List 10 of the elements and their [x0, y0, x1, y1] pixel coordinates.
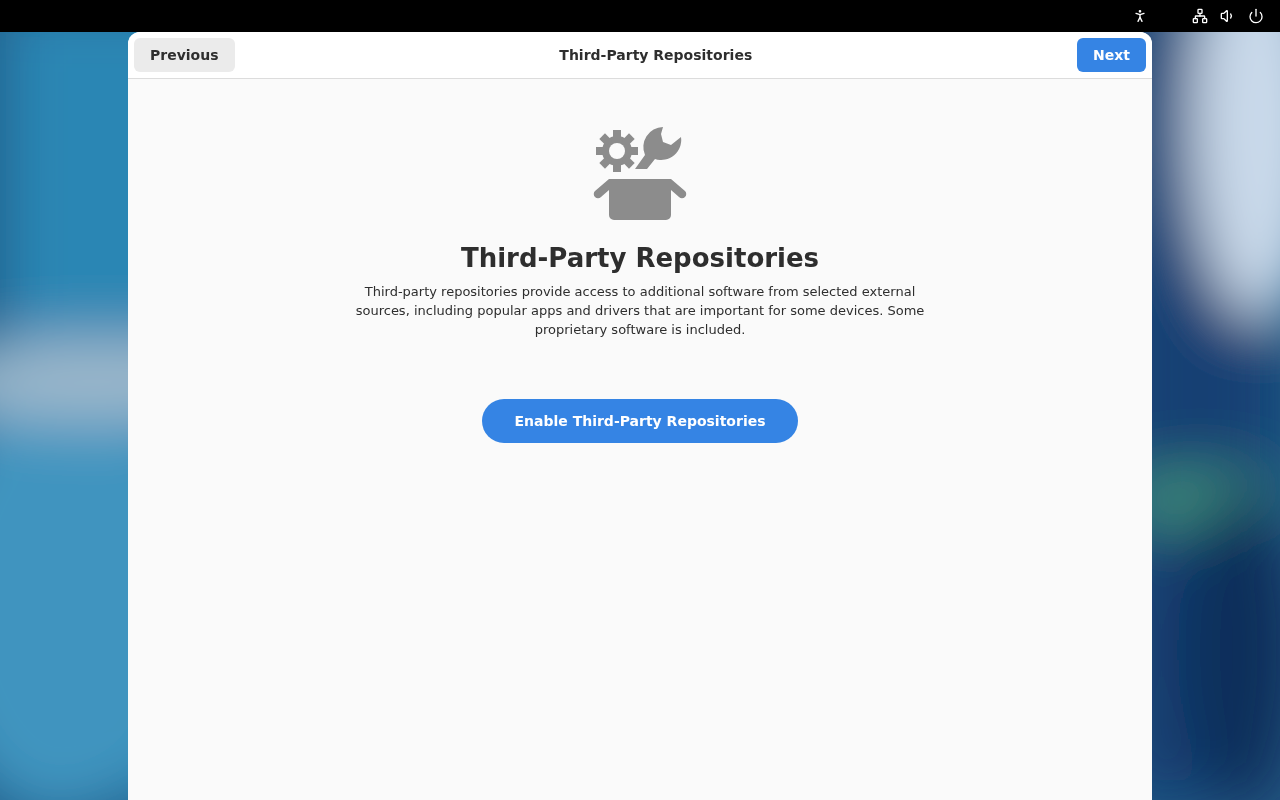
window-title: Third-Party Repositories: [559, 45, 753, 65]
toolbox-icon: [591, 125, 689, 223]
network-icon[interactable]: [1192, 8, 1208, 24]
accessibility-icon[interactable]: [1132, 8, 1148, 24]
next-button[interactable]: Next: [1077, 38, 1146, 72]
power-icon[interactable]: [1248, 8, 1264, 24]
page-heading: Third-Party Repositories: [460, 242, 820, 275]
description-text: Third-party repositories provide access to additional software from selected external sources, including popular apps and drivers that are important for some devices. Some proprietary software is included.: [354, 283, 926, 339]
previous-button[interactable]: Previous: [134, 38, 235, 72]
enable-repositories-button[interactable]: Enable Third-Party Repositories: [482, 399, 798, 443]
